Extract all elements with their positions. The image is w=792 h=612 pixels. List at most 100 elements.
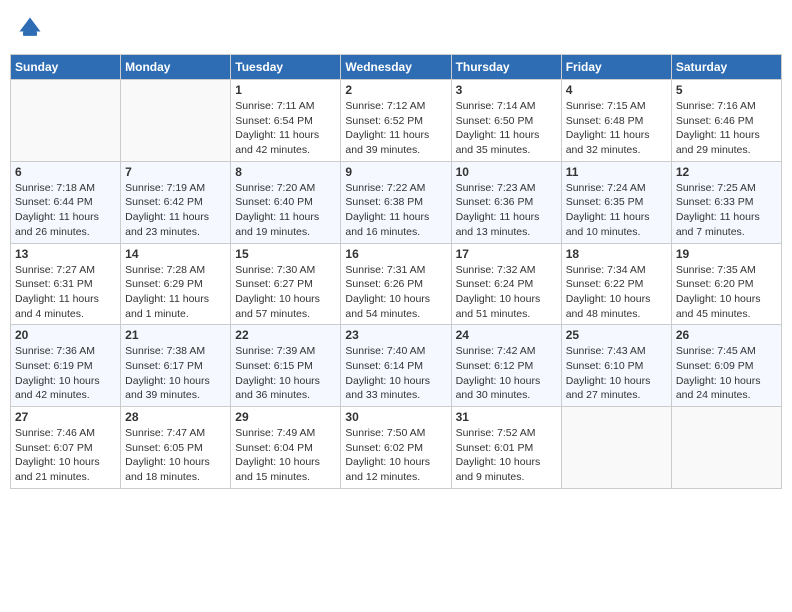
- calendar-day-cell: 5 Sunrise: 7:16 AM Sunset: 6:46 PM Daylig…: [671, 80, 781, 162]
- calendar-day-cell: 29 Sunrise: 7:49 AM Sunset: 6:04 PM Dayli…: [231, 407, 341, 489]
- calendar-table: SundayMondayTuesdayWednesdayThursdayFrid…: [10, 54, 782, 489]
- day-number: 16: [345, 247, 446, 261]
- day-of-week-header: Wednesday: [341, 55, 451, 80]
- day-info: Sunrise: 7:50 AM Sunset: 6:02 PM Dayligh…: [345, 426, 446, 485]
- day-number: 3: [456, 83, 557, 97]
- day-number: 1: [235, 83, 336, 97]
- day-number: 2: [345, 83, 446, 97]
- day-info: Sunrise: 7:14 AM Sunset: 6:50 PM Dayligh…: [456, 99, 557, 158]
- day-of-week-header: Saturday: [671, 55, 781, 80]
- day-of-week-header: Tuesday: [231, 55, 341, 80]
- calendar-day-cell: 28 Sunrise: 7:47 AM Sunset: 6:05 PM Dayli…: [121, 407, 231, 489]
- calendar-day-cell: [121, 80, 231, 162]
- day-of-week-header: Sunday: [11, 55, 121, 80]
- day-number: 4: [566, 83, 667, 97]
- day-number: 26: [676, 328, 777, 342]
- day-number: 25: [566, 328, 667, 342]
- day-info: Sunrise: 7:46 AM Sunset: 6:07 PM Dayligh…: [15, 426, 116, 485]
- logo-icon: [16, 14, 44, 42]
- day-number: 22: [235, 328, 336, 342]
- calendar-day-cell: 13Sunrise: 7:27 AM Sunset: 6:31 PM Dayli…: [11, 243, 121, 325]
- day-number: 29: [235, 410, 336, 424]
- day-number: 14: [125, 247, 226, 261]
- day-info: Sunrise: 7:47 AM Sunset: 6:05 PM Dayligh…: [125, 426, 226, 485]
- calendar-day-cell: 27 Sunrise: 7:46 AM Sunset: 6:07 PM Dayli…: [11, 407, 121, 489]
- day-of-week-header: Thursday: [451, 55, 561, 80]
- day-info: Sunrise: 7:23 AM Sunset: 6:36 PM Dayligh…: [456, 181, 557, 240]
- day-info: Sunrise: 7:31 AM Sunset: 6:26 PM Dayligh…: [345, 263, 446, 322]
- day-number: 13: [15, 247, 116, 261]
- calendar-day-cell: 25 Sunrise: 7:43 AM Sunset: 6:10 PM Dayli…: [561, 325, 671, 407]
- day-info: Sunrise: 7:11 AM Sunset: 6:54 PM Dayligh…: [235, 99, 336, 158]
- calendar-day-cell: 20 Sunrise: 7:36 AM Sunset: 6:19 PM Dayli…: [11, 325, 121, 407]
- calendar-day-cell: [671, 407, 781, 489]
- day-number: 23: [345, 328, 446, 342]
- day-info: Sunrise: 7:16 AM Sunset: 6:46 PM Dayligh…: [676, 99, 777, 158]
- calendar-day-cell: 19Sunrise: 7:35 AM Sunset: 6:20 PM Dayli…: [671, 243, 781, 325]
- calendar-day-cell: 26Sunrise: 7:45 AM Sunset: 6:09 PM Dayli…: [671, 325, 781, 407]
- day-info: Sunrise: 7:49 AM Sunset: 6:04 PM Dayligh…: [235, 426, 336, 485]
- calendar-day-cell: 4 Sunrise: 7:15 AM Sunset: 6:48 PM Daylig…: [561, 80, 671, 162]
- calendar-day-cell: 9Sunrise: 7:22 AM Sunset: 6:38 PM Daylig…: [341, 161, 451, 243]
- calendar-day-cell: 21 Sunrise: 7:38 AM Sunset: 6:17 PM Dayli…: [121, 325, 231, 407]
- day-number: 19: [676, 247, 777, 261]
- day-info: Sunrise: 7:52 AM Sunset: 6:01 PM Dayligh…: [456, 426, 557, 485]
- calendar-day-cell: 24 Sunrise: 7:42 AM Sunset: 6:12 PM Dayli…: [451, 325, 561, 407]
- calendar-week-row: 1 Sunrise: 7:11 AM Sunset: 6:54 PM Daylig…: [11, 80, 782, 162]
- day-info: Sunrise: 7:40 AM Sunset: 6:14 PM Dayligh…: [345, 344, 446, 403]
- calendar-day-cell: 2 Sunrise: 7:12 AM Sunset: 6:52 PM Daylig…: [341, 80, 451, 162]
- calendar-day-cell: 12 Sunrise: 7:25 AM Sunset: 6:33 PM Dayli…: [671, 161, 781, 243]
- day-number: 5: [676, 83, 777, 97]
- day-number: 30: [345, 410, 446, 424]
- day-info: Sunrise: 7:12 AM Sunset: 6:52 PM Dayligh…: [345, 99, 446, 158]
- day-number: 31: [456, 410, 557, 424]
- logo: [16, 14, 46, 42]
- day-info: Sunrise: 7:18 AM Sunset: 6:44 PM Dayligh…: [15, 181, 116, 240]
- day-info: Sunrise: 7:36 AM Sunset: 6:19 PM Dayligh…: [15, 344, 116, 403]
- day-info: Sunrise: 7:15 AM Sunset: 6:48 PM Dayligh…: [566, 99, 667, 158]
- calendar-day-cell: 10 Sunrise: 7:23 AM Sunset: 6:36 PM Dayli…: [451, 161, 561, 243]
- calendar-week-row: 27 Sunrise: 7:46 AM Sunset: 6:07 PM Dayli…: [11, 407, 782, 489]
- day-number: 9: [345, 165, 446, 179]
- day-info: Sunrise: 7:34 AM Sunset: 6:22 PM Dayligh…: [566, 263, 667, 322]
- calendar-week-row: 6 Sunrise: 7:18 AM Sunset: 6:44 PM Daylig…: [11, 161, 782, 243]
- day-number: 12: [676, 165, 777, 179]
- calendar-day-cell: 23 Sunrise: 7:40 AM Sunset: 6:14 PM Dayli…: [341, 325, 451, 407]
- day-number: 27: [15, 410, 116, 424]
- day-number: 10: [456, 165, 557, 179]
- day-info: Sunrise: 7:42 AM Sunset: 6:12 PM Dayligh…: [456, 344, 557, 403]
- day-info: Sunrise: 7:19 AM Sunset: 6:42 PM Dayligh…: [125, 181, 226, 240]
- calendar-week-row: 20 Sunrise: 7:36 AM Sunset: 6:19 PM Dayli…: [11, 325, 782, 407]
- day-number: 8: [235, 165, 336, 179]
- day-info: Sunrise: 7:20 AM Sunset: 6:40 PM Dayligh…: [235, 181, 336, 240]
- calendar-day-cell: 16 Sunrise: 7:31 AM Sunset: 6:26 PM Dayli…: [341, 243, 451, 325]
- day-number: 6: [15, 165, 116, 179]
- day-number: 20: [15, 328, 116, 342]
- calendar-day-cell: 22 Sunrise: 7:39 AM Sunset: 6:15 PM Dayli…: [231, 325, 341, 407]
- page-header: [10, 10, 782, 46]
- calendar-day-cell: 1 Sunrise: 7:11 AM Sunset: 6:54 PM Daylig…: [231, 80, 341, 162]
- day-number: 28: [125, 410, 226, 424]
- day-number: 7: [125, 165, 226, 179]
- day-info: Sunrise: 7:39 AM Sunset: 6:15 PM Dayligh…: [235, 344, 336, 403]
- day-number: 21: [125, 328, 226, 342]
- calendar-day-cell: 15Sunrise: 7:30 AM Sunset: 6:27 PM Dayli…: [231, 243, 341, 325]
- day-info: Sunrise: 7:38 AM Sunset: 6:17 PM Dayligh…: [125, 344, 226, 403]
- day-number: 17: [456, 247, 557, 261]
- day-info: Sunrise: 7:32 AM Sunset: 6:24 PM Dayligh…: [456, 263, 557, 322]
- day-info: Sunrise: 7:25 AM Sunset: 6:33 PM Dayligh…: [676, 181, 777, 240]
- calendar-header-row: SundayMondayTuesdayWednesdayThursdayFrid…: [11, 55, 782, 80]
- day-info: Sunrise: 7:43 AM Sunset: 6:10 PM Dayligh…: [566, 344, 667, 403]
- calendar-day-cell: 17 Sunrise: 7:32 AM Sunset: 6:24 PM Dayli…: [451, 243, 561, 325]
- day-number: 11: [566, 165, 667, 179]
- day-info: Sunrise: 7:28 AM Sunset: 6:29 PM Dayligh…: [125, 263, 226, 322]
- day-of-week-header: Friday: [561, 55, 671, 80]
- day-number: 18: [566, 247, 667, 261]
- calendar-day-cell: 6 Sunrise: 7:18 AM Sunset: 6:44 PM Daylig…: [11, 161, 121, 243]
- day-number: 24: [456, 328, 557, 342]
- calendar-day-cell: 31 Sunrise: 7:52 AM Sunset: 6:01 PM Dayli…: [451, 407, 561, 489]
- calendar-day-cell: 3 Sunrise: 7:14 AM Sunset: 6:50 PM Daylig…: [451, 80, 561, 162]
- day-info: Sunrise: 7:24 AM Sunset: 6:35 PM Dayligh…: [566, 181, 667, 240]
- calendar-day-cell: 30 Sunrise: 7:50 AM Sunset: 6:02 PM Dayli…: [341, 407, 451, 489]
- calendar-day-cell: 11 Sunrise: 7:24 AM Sunset: 6:35 PM Dayli…: [561, 161, 671, 243]
